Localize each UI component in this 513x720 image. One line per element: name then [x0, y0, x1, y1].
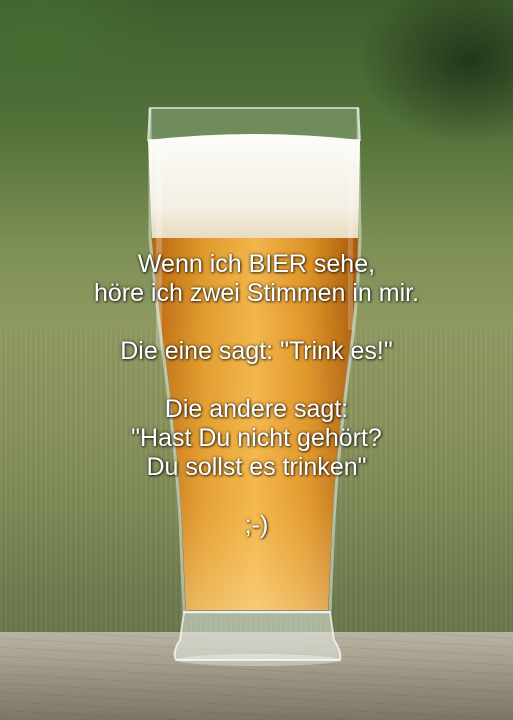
quote-line-1: Wenn ich BIER sehe,	[137, 250, 376, 278]
quote-line-6: Du sollst es trinken"	[146, 453, 367, 481]
quote-text: Wenn ich BIER sehe, höre ich zwei Stimme…	[0, 250, 513, 540]
photo-background: Wenn ich BIER sehe, höre ich zwei Stimme…	[0, 0, 513, 720]
glass-base	[173, 611, 342, 661]
quote-line-5: "Hast Du nicht gehört?	[131, 424, 382, 452]
quote-smiley: ;-)	[244, 511, 269, 539]
beer-foam	[148, 134, 360, 238]
quote-line-2: höre ich zwei Stimmen in mir.	[93, 279, 420, 307]
quote-line-4: Die andere sagt:	[164, 395, 349, 423]
quote-line-3: Die eine sagt: "Trink es!"	[120, 337, 393, 365]
